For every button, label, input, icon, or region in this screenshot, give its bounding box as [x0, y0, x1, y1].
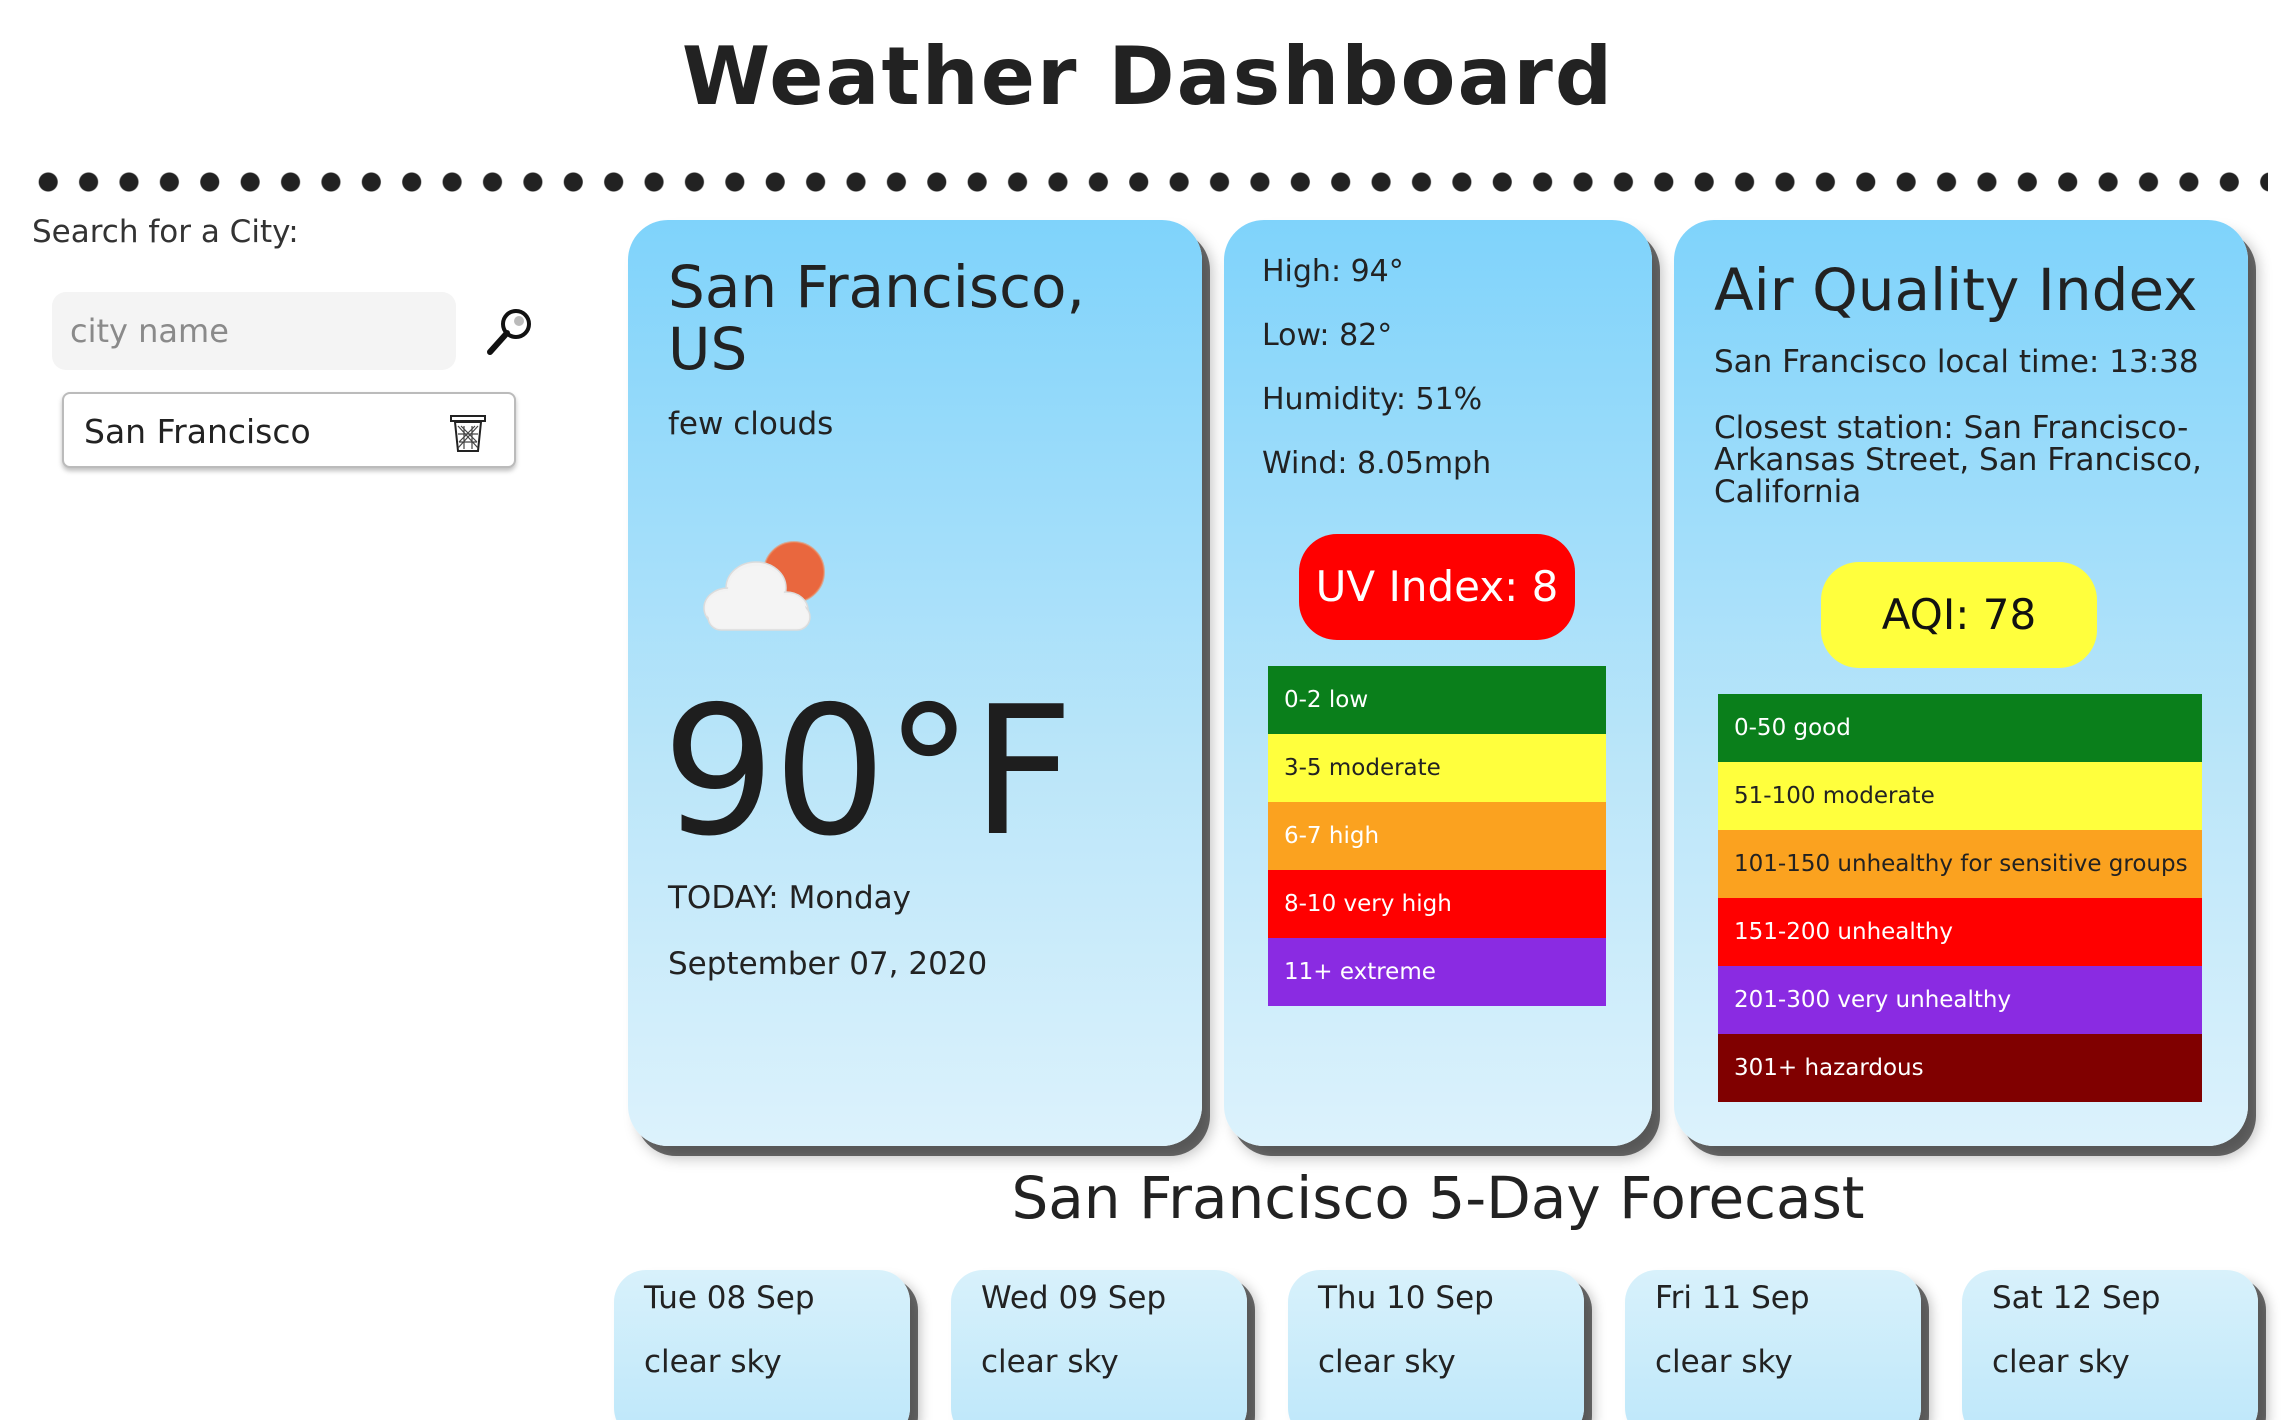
weather-dashboard: Weather Dashboard Search for a City: San… [0, 0, 2296, 1420]
aqi-scale-row: 151-200 unhealthy [1718, 898, 2202, 966]
forecast-condition: clear sky [981, 1344, 1119, 1380]
forecast-date: Sat 12 Sep [1992, 1280, 2161, 1316]
magnifier-icon [487, 309, 531, 355]
forecast-date: Thu 10 Sep [1318, 1280, 1494, 1316]
humidity: Humidity: 51% [1262, 382, 1483, 417]
local-time: San Francisco local time: 13:38 [1714, 344, 2199, 380]
current-temperature: 90°F [662, 668, 1074, 875]
forecast-condition: clear sky [1318, 1344, 1456, 1380]
forecast-day-card: Wed 09 Sep clear sky [951, 1270, 1247, 1420]
aqi-title: Air Quality Index [1714, 256, 2198, 324]
dotted-divider [28, 170, 2268, 194]
aqi-scale-row: 301+ hazardous [1718, 1034, 2202, 1102]
partly-cloudy-icon [703, 541, 825, 631]
today-date: September 07, 2020 [668, 946, 988, 982]
wind-speed: Wind: 8.05mph [1262, 446, 1492, 481]
weather-details-card: High: 94° Low: 82° Humidity: 51% Wind: 8… [1224, 220, 1652, 1146]
aqi-scale-row: 101-150 unhealthy for sensitive groups [1718, 830, 2202, 898]
history-item-label: San Francisco [84, 412, 311, 451]
forecast-date: Wed 09 Sep [981, 1280, 1167, 1316]
city-search-input[interactable] [52, 292, 456, 370]
forecast-day-card: Fri 11 Sep clear sky [1625, 1270, 1921, 1420]
today-label: TODAY: Monday [668, 880, 911, 916]
aqi-scale-legend: 0-50 good 51-100 moderate 101-150 unheal… [1718, 694, 2202, 1102]
forecast-day-card: Sat 12 Sep clear sky [1962, 1270, 2258, 1420]
air-quality-card: Air Quality Index San Francisco local ti… [1674, 220, 2248, 1146]
high-temperature: High: 94° [1262, 254, 1404, 289]
trash-icon [450, 415, 486, 452]
aqi-scale-row: 201-300 very unhealthy [1718, 966, 2202, 1034]
uv-scale-legend: 0-2 low 3-5 moderate 6-7 high 8-10 very … [1268, 666, 1606, 1006]
uv-scale-row: 6-7 high [1268, 802, 1606, 870]
forecast-day-card: Tue 08 Sep clear sky [614, 1270, 910, 1420]
forecast-condition: clear sky [644, 1344, 782, 1380]
page-title: Weather Dashboard [681, 30, 1615, 123]
aqi-scale-row: 51-100 moderate [1718, 762, 2202, 830]
uv-index-badge: UV Index: 8 [1299, 534, 1575, 640]
forecast-condition: clear sky [1655, 1344, 1793, 1380]
forecast-condition: clear sky [1992, 1344, 2130, 1380]
search-label: Search for a City: [32, 214, 299, 250]
closest-station: Closest station: San Francisco-Arkansas … [1714, 410, 2202, 510]
forecast-date: Tue 08 Sep [644, 1280, 815, 1316]
delete-history-button[interactable] [448, 412, 488, 454]
aqi-badge: AQI: 78 [1821, 562, 2097, 668]
current-weather-card: San Francisco, US few clouds 90°F TODAY:… [628, 220, 1202, 1146]
uv-scale-row: 3-5 moderate [1268, 734, 1606, 802]
uv-scale-row: 0-2 low [1268, 666, 1606, 734]
search-button[interactable] [482, 302, 540, 360]
forecast-day-card: Thu 10 Sep clear sky [1288, 1270, 1584, 1420]
weather-condition: few clouds [668, 406, 834, 442]
aqi-scale-row: 0-50 good [1718, 694, 2202, 762]
forecast-date: Fri 11 Sep [1655, 1280, 1810, 1316]
uv-scale-row: 8-10 very high [1268, 870, 1606, 938]
forecast-title: San Francisco 5-Day Forecast [1011, 1164, 1865, 1232]
history-item-san-francisco[interactable]: San Francisco [62, 392, 516, 468]
low-temperature: Low: 82° [1262, 318, 1393, 353]
uv-scale-row: 11+ extreme [1268, 938, 1606, 1006]
city-name: San Francisco, US [668, 253, 1085, 383]
